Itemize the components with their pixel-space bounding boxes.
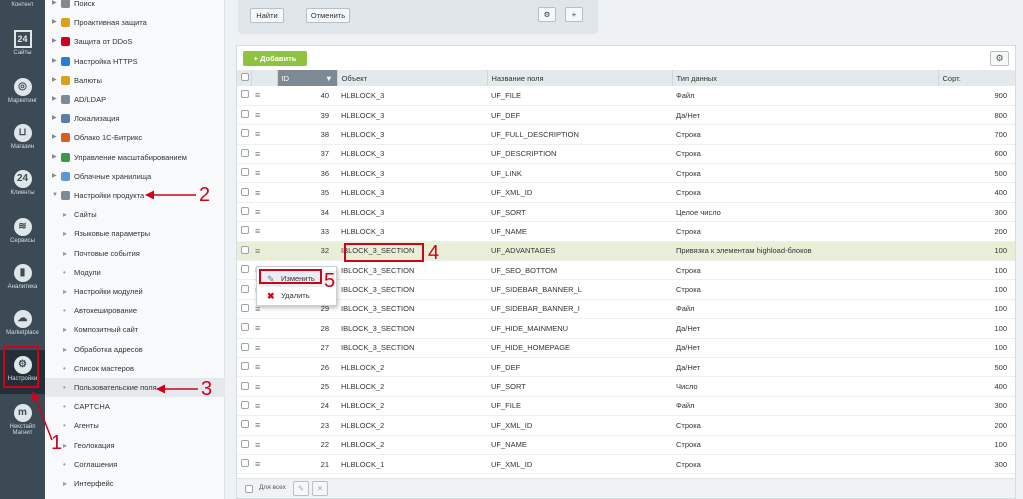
annotation-number-2: 2: [199, 184, 211, 206]
annotation-arrows: [31, 190, 198, 441]
annotation-number-1: 1: [51, 432, 63, 454]
annotation-number-3: 3: [201, 378, 213, 400]
annotation-number-4: 4: [428, 242, 440, 264]
annotation-number-5: 5: [324, 270, 336, 292]
